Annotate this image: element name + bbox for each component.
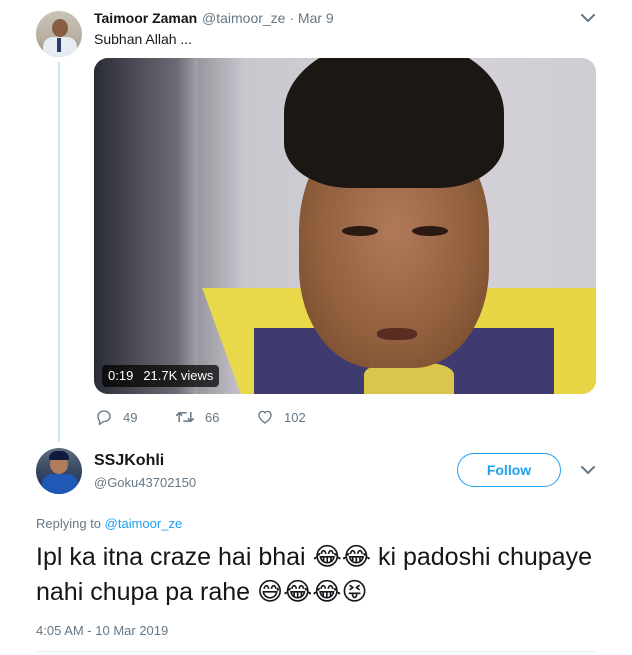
replying-prefix: Replying to — [36, 516, 102, 531]
retweet-count: 66 — [205, 409, 220, 425]
video-duration: 0:19 — [108, 368, 134, 383]
author-handle-date[interactable]: @taimoor_ze · Mar 9 — [202, 10, 334, 26]
reply-icon — [97, 410, 111, 426]
replying-handle-link[interactable]: @taimoor_ze — [105, 516, 183, 531]
emoji-group-1: 😂😂 — [312, 543, 371, 571]
divider — [36, 651, 596, 652]
chevron-down-icon[interactable] — [580, 464, 596, 476]
like-icon — [258, 410, 272, 424]
video-info-badge: 0:19 21.7K views — [102, 365, 220, 387]
emoji-group-2: 😅😂😂😝 — [257, 578, 368, 606]
retweet-icon — [175, 412, 195, 422]
reply-button[interactable]: 49 — [95, 408, 137, 426]
tweet-timestamp[interactable]: 4:05 AM - 10 Mar 2019 — [36, 623, 168, 638]
tweet-text-part1: Ipl ka itna craze hai bhai — [36, 543, 306, 571]
tweet-text: Subhan Allah ... — [94, 31, 193, 47]
tweet-text: Ipl ka itna craze hai bhai 😂😂 ki padoshi… — [36, 540, 596, 610]
author-handle[interactable]: @Goku43702150 — [94, 475, 196, 490]
author-name[interactable]: SSJKohli — [94, 452, 164, 470]
retweet-button[interactable]: 66 — [175, 408, 219, 426]
replying-to: Replying to @taimoor_ze — [36, 516, 182, 531]
video-player[interactable]: 0:19 21.7K views — [94, 58, 596, 394]
avatar[interactable] — [36, 448, 82, 494]
avatar[interactable] — [36, 11, 82, 57]
like-button[interactable]: 102 — [256, 408, 306, 426]
thread-connector-line — [58, 62, 60, 442]
chevron-down-icon[interactable] — [580, 12, 596, 24]
like-count: 102 — [284, 409, 306, 425]
author-name[interactable]: Taimoor Zaman — [94, 10, 197, 26]
video-views: 21.7K views — [143, 368, 214, 383]
follow-button[interactable]: Follow — [457, 453, 561, 487]
reply-count: 49 — [123, 409, 138, 425]
